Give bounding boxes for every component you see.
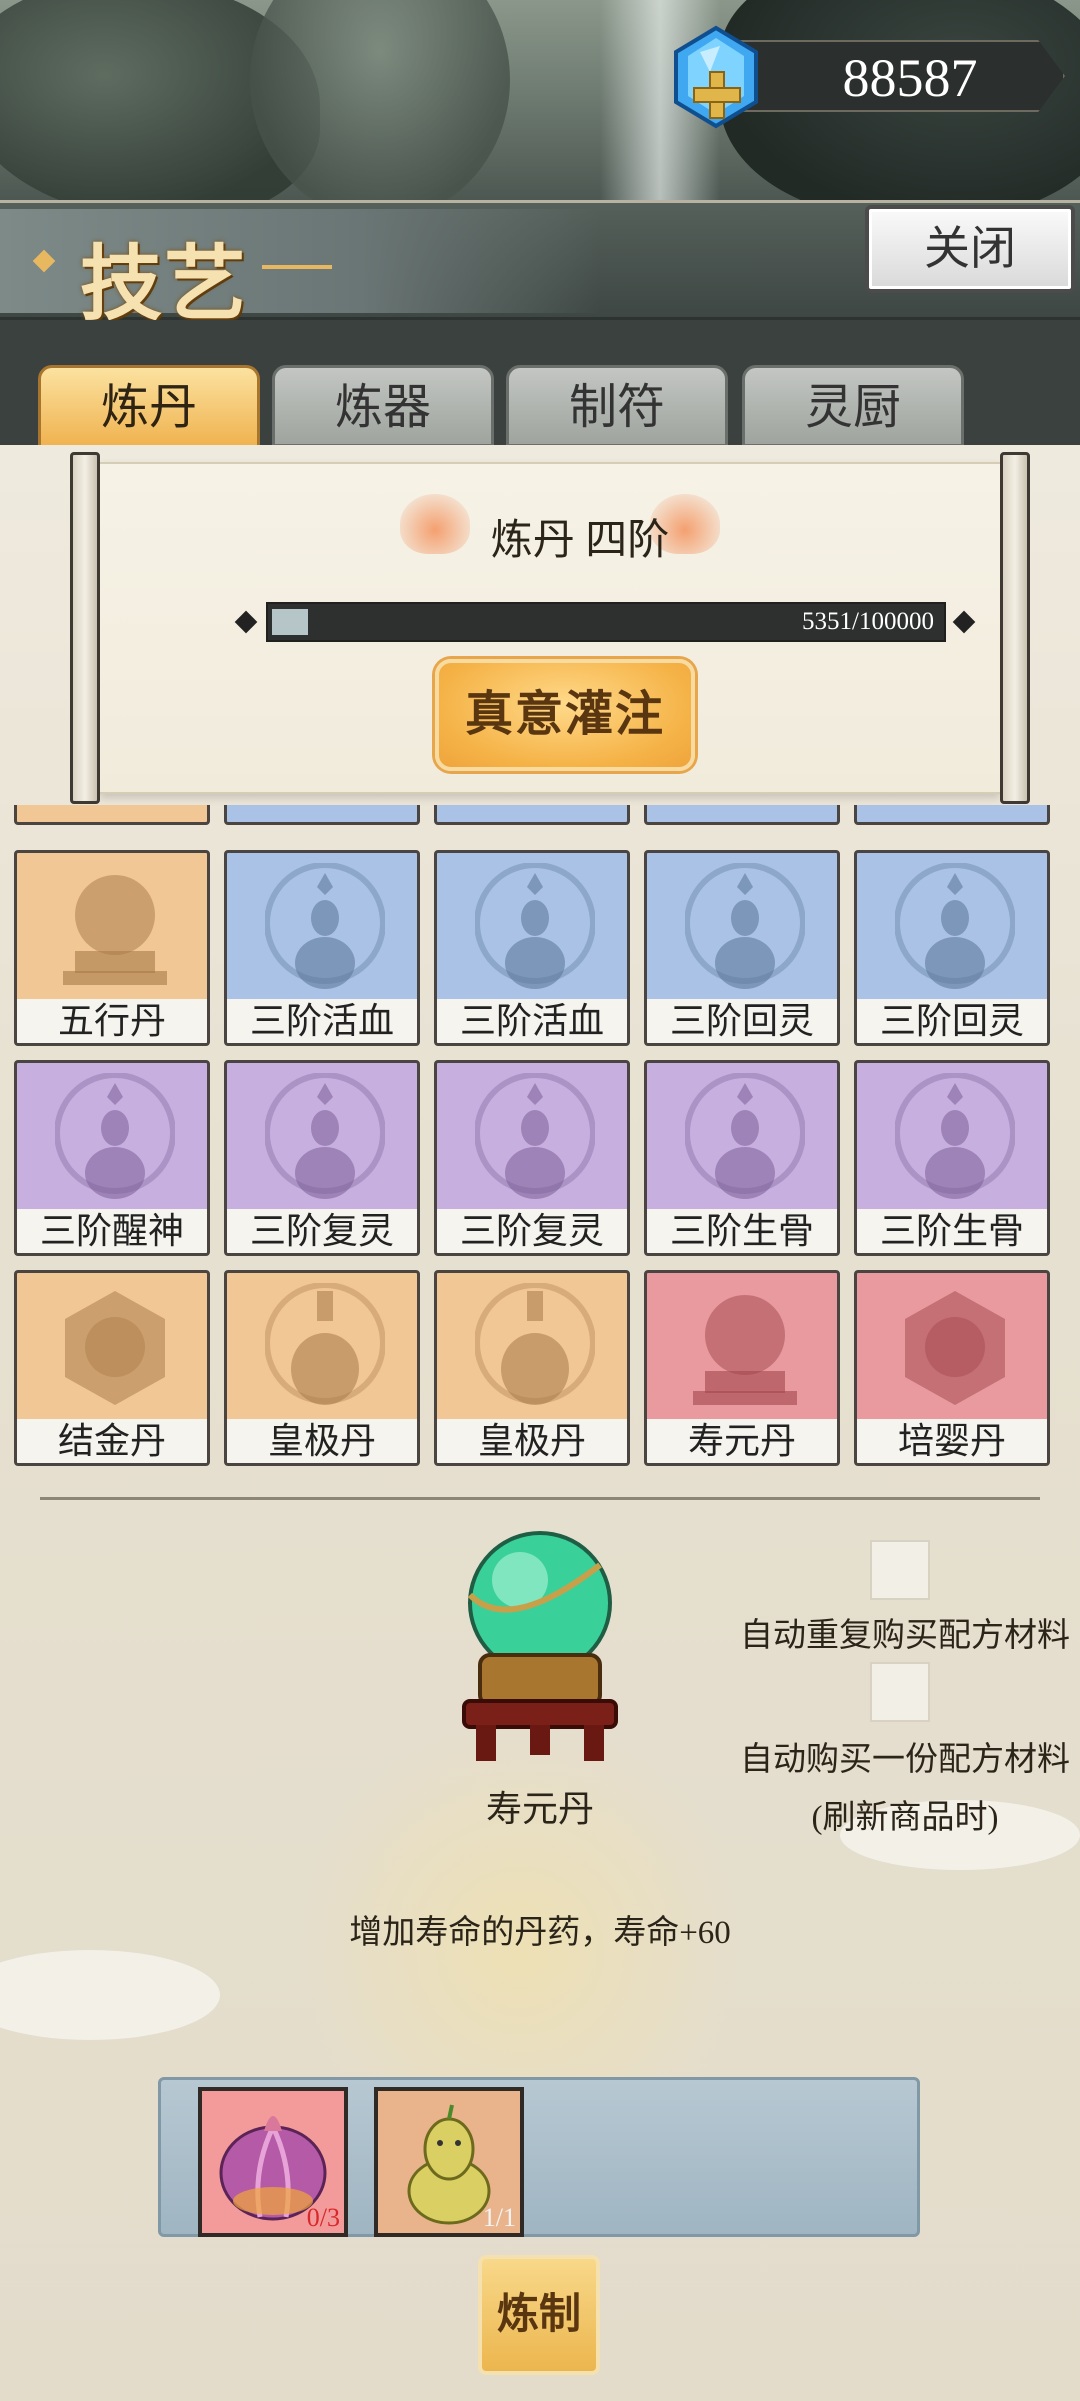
recipe-cell[interactable]: 三阶回灵 — [644, 850, 840, 1046]
recipe-cell-label: 寿元丹 — [647, 1419, 837, 1463]
recipe-cell[interactable]: 三阶回灵 — [854, 850, 1050, 1046]
scroll-body: 炼丹 四阶 5351/100000 真意灌注 — [100, 462, 1000, 794]
green-orb-on-stand-icon — [462, 1531, 618, 1761]
auto-once-sublabel: (刷新商品时) — [811, 1800, 999, 1836]
recipe-cell-label: 三阶回灵 — [647, 999, 837, 1043]
recipe-cell-label: 三阶醒神 — [17, 1209, 207, 1253]
auto-repeat-checkbox[interactable] — [870, 1540, 930, 1600]
tab-bar: 炼丹 炼器 制符 灵厨 — [0, 320, 1080, 449]
experience-progress-fill — [272, 609, 308, 635]
material-count: 1/1 — [482, 2203, 516, 2232]
recipe-cell-label: 三阶活血 — [227, 999, 417, 1043]
recipe-cell-label: 培婴丹 — [857, 1419, 1047, 1463]
material-slot-1[interactable]: 0/3 — [198, 2087, 348, 2237]
recipe-cell-partial[interactable] — [854, 805, 1050, 825]
recipe-cell-label: 皇极丹 — [437, 1419, 627, 1463]
experience-progress-bar: 5351/100000 — [266, 602, 946, 642]
recipe-grid[interactable]: 五行丹 三阶活血 三阶活血 三阶回灵 三阶回灵 三阶醒神 三阶复灵 三阶复灵 三阶生骨 三阶生骨结… — [0, 805, 1080, 1470]
recipe-cell-label: 三阶生骨 — [857, 1209, 1047, 1253]
recipe-cell-label: 五行丹 — [17, 999, 207, 1043]
recipe-cell[interactable]: 五行丹 — [14, 850, 210, 1046]
recipe-cell-partial[interactable] — [14, 805, 210, 825]
recipe-cell[interactable]: 三阶复灵 — [434, 1060, 630, 1256]
skill-level-title: 炼丹 四阶 — [490, 518, 670, 564]
recipe-cell[interactable]: 三阶生骨 — [644, 1060, 840, 1256]
recipe-cell[interactable]: 结金丹 — [14, 1270, 210, 1466]
currency-display[interactable]: 88587 — [660, 22, 1080, 129]
tab-talisman[interactable]: 制符 — [506, 365, 728, 447]
recipe-cell-partial[interactable] — [434, 805, 630, 825]
recipe-cell-label: 三阶回灵 — [857, 999, 1047, 1043]
close-button[interactable]: 关闭 — [865, 205, 1075, 293]
material-count: 0/3 — [306, 2203, 340, 2232]
selected-pill-name: 寿元丹 — [485, 1789, 594, 1829]
auto-once-checkbox[interactable] — [870, 1662, 930, 1722]
recipe-cell[interactable]: 三阶复灵 — [224, 1060, 420, 1256]
recipe-cell[interactable]: 三阶醒神 — [14, 1060, 210, 1256]
auto-repeat-label: 自动重复购买配方材料 — [740, 1618, 1070, 1654]
infuse-button[interactable]: 真意灌注 — [435, 659, 695, 771]
recipe-cell-label: 结金丹 — [17, 1419, 207, 1463]
tab-alchemy[interactable]: 炼丹 — [38, 365, 260, 449]
progress-left-diamond — [234, 610, 258, 634]
recipe-cell[interactable]: 培婴丹 — [854, 1270, 1050, 1466]
refine-button[interactable]: 炼制 — [478, 2255, 600, 2375]
recipe-cell-label: 三阶生骨 — [647, 1209, 837, 1253]
recipe-cell[interactable]: 皇极丹 — [224, 1270, 420, 1466]
section-divider — [40, 1497, 1040, 1500]
currency-value: 88587 — [842, 48, 978, 108]
recipe-cell-partial[interactable] — [644, 805, 840, 825]
recipe-cell-label: 三阶活血 — [437, 999, 627, 1043]
recipe-cell-label: 三阶复灵 — [227, 1209, 417, 1253]
tab-cooking[interactable]: 灵厨 — [742, 365, 964, 447]
selected-pill-description: 增加寿命的丹药，寿命+60 — [349, 1915, 731, 1951]
blue-gem-plus-icon[interactable] — [660, 22, 772, 134]
title-line-ornament — [262, 265, 332, 269]
tab-forging[interactable]: 炼器 — [272, 365, 494, 447]
recipe-cell[interactable]: 寿元丹 — [644, 1270, 840, 1466]
material-slot-2[interactable]: 1/1 — [374, 2087, 524, 2237]
recipe-cell-partial[interactable] — [224, 805, 420, 825]
auto-once-label: 自动购买一份配方材料 — [740, 1742, 1070, 1778]
page-title: 技艺 — [80, 236, 249, 332]
progress-right-diamond — [952, 610, 976, 634]
recipe-cell[interactable]: 三阶活血 — [224, 850, 420, 1046]
scroll-rod-right — [1000, 452, 1030, 804]
recipe-cell[interactable]: 皇极丹 — [434, 1270, 630, 1466]
recipe-cell-label: 皇极丹 — [227, 1419, 417, 1463]
recipe-cell[interactable]: 三阶活血 — [434, 850, 630, 1046]
recipe-cell[interactable]: 三阶生骨 — [854, 1060, 1050, 1256]
experience-progress-text: 5351/100000 — [802, 608, 934, 635]
scroll-rod-left — [70, 452, 100, 804]
level-scroll: 炼丹 四阶 5351/100000 真意灌注 — [70, 452, 1030, 804]
recipe-cell-label: 三阶复灵 — [437, 1209, 627, 1253]
